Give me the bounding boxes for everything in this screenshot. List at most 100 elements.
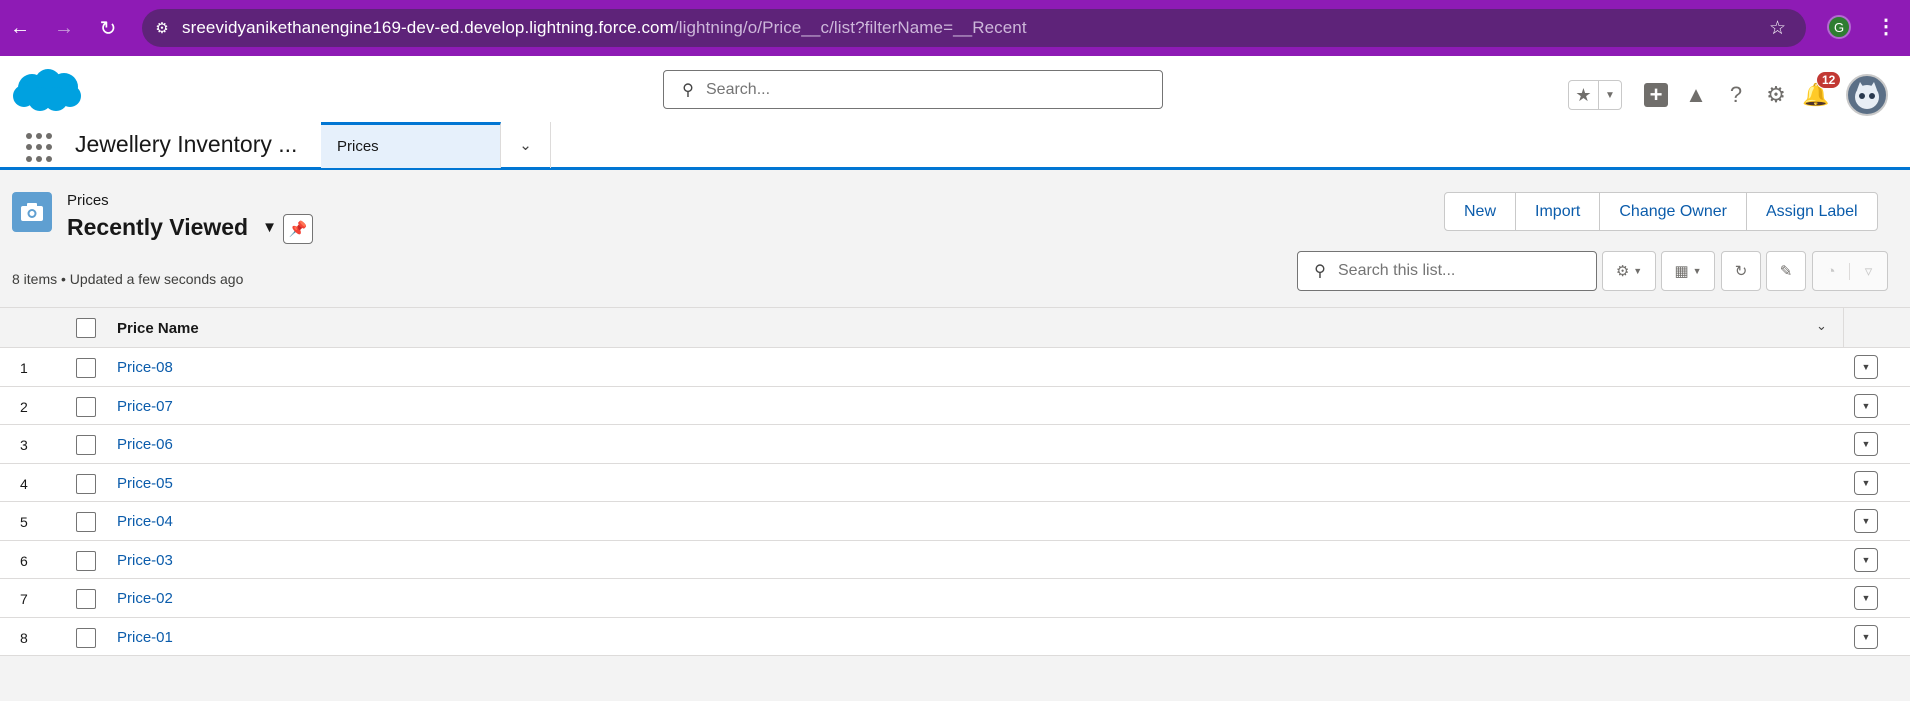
table-body: 1 Price-08 ▼ 2 Price-07 ▼ 3 Price-06 ▼ 4 Price-05 ▼… bbox=[0, 348, 1910, 656]
search-placeholder: Search... bbox=[706, 80, 771, 98]
row-actions-chevron-down-icon[interactable]: ▼ bbox=[1854, 547, 1878, 572]
row-number: 2 bbox=[20, 398, 28, 415]
table-row: 3 Price-06 ▼ bbox=[0, 425, 1910, 464]
global-actions-button[interactable]: + bbox=[1636, 80, 1676, 110]
forward-icon[interactable]: → bbox=[44, 8, 84, 48]
column-header-price-name[interactable]: Price Name bbox=[117, 320, 199, 337]
table-icon: ▦ bbox=[1674, 263, 1689, 280]
back-icon[interactable]: ← bbox=[0, 8, 40, 48]
browser-toolbar: ← → ↻ ⚙ sreevidyanikethanengine169-dev-e… bbox=[0, 0, 1910, 56]
browser-menu-icon[interactable]: ⋮ bbox=[1876, 14, 1896, 39]
price-name-link[interactable]: Price-06 bbox=[117, 436, 173, 453]
list-search-input[interactable]: ⚲ Search this list... bbox=[1297, 251, 1597, 291]
tab-prices[interactable]: Prices bbox=[321, 122, 501, 168]
list-view-picker[interactable]: Recently Viewed ▼ bbox=[67, 214, 277, 241]
row-actions-chevron-down-icon[interactable]: ▼ bbox=[1854, 355, 1878, 379]
row-number: 7 bbox=[20, 591, 28, 607]
bookmark-star-icon[interactable]: ☆ bbox=[1769, 17, 1786, 40]
url-text[interactable]: sreevidyanikethanengine169-dev-ed.develo… bbox=[182, 18, 1027, 38]
price-name-link[interactable]: Price-02 bbox=[117, 590, 173, 607]
row-number: 3 bbox=[20, 437, 28, 453]
list-actions-button-group: New Import Change Owner Assign Label bbox=[1444, 192, 1878, 231]
notifications-bell-icon[interactable]: 🔔 12 bbox=[1796, 71, 1842, 110]
notification-badge: 12 bbox=[1816, 71, 1842, 89]
search-icon: ⚲ bbox=[1314, 263, 1326, 280]
price-name-link[interactable]: Price-07 bbox=[117, 398, 173, 415]
row-checkbox[interactable] bbox=[76, 358, 96, 378]
list-view-status: 8 items • Updated a few seconds ago bbox=[12, 271, 244, 287]
row-number: 6 bbox=[20, 552, 28, 569]
price-name-link[interactable]: Price-03 bbox=[117, 552, 173, 569]
site-settings-icon[interactable]: ⚙ bbox=[142, 19, 182, 37]
table-row: 2 Price-07 ▼ bbox=[0, 386, 1910, 425]
chart-icon[interactable]: ◔ bbox=[1813, 262, 1851, 280]
table-header-row: Price Name ⌄ bbox=[0, 308, 1910, 348]
row-actions-chevron-down-icon[interactable]: ▼ bbox=[1854, 624, 1878, 649]
display-as-button[interactable]: ▦ ▼ bbox=[1661, 251, 1715, 291]
row-actions-chevron-down-icon[interactable]: ▼ bbox=[1854, 586, 1878, 610]
tab-more-chevron-down-icon[interactable]: ⌄ bbox=[501, 122, 551, 168]
row-checkbox[interactable] bbox=[76, 550, 96, 571]
row-number: 4 bbox=[20, 475, 28, 492]
table-row: 6 Price-03 ▼ bbox=[0, 540, 1910, 579]
price-name-link[interactable]: Price-05 bbox=[117, 475, 173, 492]
row-checkbox[interactable] bbox=[76, 512, 96, 532]
change-owner-button[interactable]: Change Owner bbox=[1600, 193, 1747, 230]
refresh-button[interactable]: ↻ bbox=[1721, 251, 1761, 291]
row-checkbox[interactable] bbox=[76, 396, 96, 417]
list-view-controls-button[interactable]: ⚙ ▼ bbox=[1602, 251, 1656, 291]
object-label: Prices bbox=[67, 192, 109, 209]
chevron-down-icon: ▼ bbox=[1633, 266, 1643, 276]
new-button[interactable]: New bbox=[1445, 193, 1517, 230]
row-number: 8 bbox=[20, 629, 28, 646]
help-icon[interactable]: ? bbox=[1716, 80, 1756, 110]
list-view-dropdown-icon[interactable]: ▼ bbox=[262, 219, 277, 236]
assign-label-button[interactable]: Assign Label bbox=[1747, 193, 1877, 230]
row-actions-chevron-down-icon[interactable]: ▼ bbox=[1854, 470, 1878, 495]
row-checkbox[interactable] bbox=[76, 627, 96, 648]
table-row: 8 Price-01 ▼ bbox=[0, 617, 1910, 656]
price-name-link[interactable]: Price-01 bbox=[117, 629, 173, 646]
user-avatar-icon bbox=[1855, 82, 1879, 109]
price-name-link[interactable]: Price-04 bbox=[117, 513, 173, 530]
trailhead-icon[interactable]: ▲ bbox=[1676, 80, 1716, 110]
column-resize-handle[interactable] bbox=[1843, 308, 1844, 348]
global-search-input[interactable]: ⚲ Search... bbox=[663, 70, 1163, 109]
table-row: 4 Price-05 ▼ bbox=[0, 463, 1910, 502]
prices-object-icon bbox=[12, 192, 52, 232]
plus-icon: + bbox=[1644, 83, 1668, 107]
row-checkbox[interactable] bbox=[76, 473, 96, 494]
app-launcher-icon[interactable] bbox=[26, 133, 56, 163]
url-path: /lightning/o/Price__c/list?filterName=__… bbox=[673, 18, 1027, 37]
price-name-link[interactable]: Price-08 bbox=[117, 359, 173, 376]
table-row: 7 Price-02 ▼ bbox=[0, 579, 1910, 618]
list-view-name: Recently Viewed bbox=[67, 214, 249, 240]
browser-profile-avatar[interactable]: G bbox=[1827, 15, 1851, 39]
filter-icon[interactable]: ▿ bbox=[1850, 262, 1887, 280]
table-row: 1 Price-08 ▼ bbox=[0, 348, 1910, 387]
select-all-checkbox[interactable] bbox=[76, 318, 96, 338]
address-bar[interactable]: ⚙ sreevidyanikethanengine169-dev-ed.deve… bbox=[142, 9, 1806, 47]
edit-list-button[interactable]: ✎ bbox=[1766, 251, 1806, 291]
chart-filter-button-group: ◔ ▿ bbox=[1812, 251, 1888, 291]
salesforce-logo[interactable] bbox=[10, 66, 84, 116]
row-actions-chevron-down-icon[interactable]: ▼ bbox=[1854, 509, 1878, 533]
setup-gear-icon[interactable]: ⚙ bbox=[1756, 80, 1796, 110]
favorites-dropdown-icon[interactable]: ▼ bbox=[1599, 81, 1621, 109]
column-actions-chevron-down-icon[interactable]: ⌄ bbox=[1816, 318, 1827, 334]
row-actions-chevron-down-icon[interactable]: ▼ bbox=[1854, 432, 1878, 456]
row-checkbox[interactable] bbox=[76, 435, 96, 455]
app-name: Jewellery Inventory ... bbox=[75, 131, 298, 157]
import-button[interactable]: Import bbox=[1516, 193, 1601, 230]
gear-icon: ⚙ bbox=[1615, 263, 1630, 280]
reload-icon[interactable]: ↻ bbox=[88, 8, 128, 48]
user-avatar[interactable] bbox=[1846, 74, 1888, 116]
row-actions-chevron-down-icon[interactable]: ▼ bbox=[1854, 393, 1878, 418]
favorites-star-icon[interactable]: ★ bbox=[1569, 81, 1599, 109]
refresh-icon: ↻ bbox=[1734, 263, 1748, 280]
row-checkbox[interactable] bbox=[76, 589, 96, 609]
search-icon: ⚲ bbox=[682, 81, 694, 99]
pin-list-view-button[interactable]: 📌 bbox=[283, 214, 313, 244]
chevron-down-icon: ▼ bbox=[1692, 266, 1702, 276]
pencil-icon: ✎ bbox=[1779, 263, 1793, 280]
